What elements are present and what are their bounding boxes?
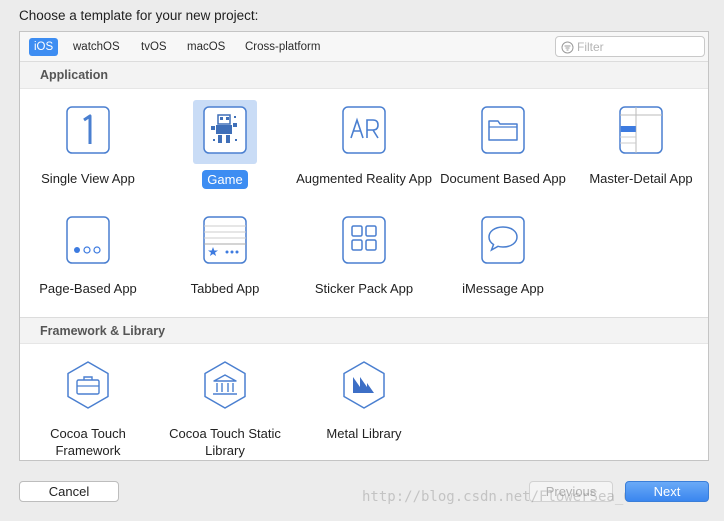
template-cocoa-touch-framework[interactable]: Cocoa Touch Framework: [20, 347, 156, 458]
template-tabbed-app[interactable]: Tabbed App: [157, 202, 293, 312]
cancel-button[interactable]: Cancel: [19, 481, 119, 502]
template-label: Page-Based App: [39, 281, 137, 296]
toolbox-icon: [67, 361, 109, 409]
tab-watchos[interactable]: watchOS: [68, 38, 125, 56]
template-panel: iOS watchOS tvOS macOS Cross-platform Ap…: [19, 31, 709, 461]
template-label: Master-Detail App: [589, 171, 693, 186]
template-icon-frame: [471, 210, 535, 274]
tab-tvos[interactable]: tvOS: [136, 38, 172, 56]
message-bubble-icon: [481, 216, 525, 264]
template-label: Cocoa Touch Static Library: [169, 426, 281, 458]
template-icon-frame: [193, 355, 257, 419]
template-label: Sticker Pack App: [314, 281, 414, 296]
template-label: Game: [157, 170, 293, 189]
tabbed-icon: [203, 216, 247, 264]
template-single-view-app[interactable]: Single View App: [20, 92, 156, 202]
template-label: Metal Library: [326, 426, 402, 441]
template-label: Tabbed App: [190, 281, 260, 296]
metal-icon: [343, 361, 385, 409]
section-header-framework: Framework & Library: [20, 317, 708, 344]
section-header-application: Application: [20, 62, 708, 89]
template-icon-frame: [332, 100, 396, 164]
platform-tab-bar: iOS watchOS tvOS macOS Cross-platform: [20, 32, 708, 62]
game-icon: [203, 106, 247, 154]
template-label: Document Based App: [440, 171, 566, 186]
template-metal-library[interactable]: Metal Library: [296, 347, 432, 457]
template-sticker-pack-app[interactable]: Sticker Pack App: [296, 202, 432, 312]
dialog-heading: Choose a template for your new project:: [19, 8, 259, 23]
template-label: iMessage App: [462, 281, 544, 296]
tab-ios[interactable]: iOS: [29, 38, 59, 56]
filter-input[interactable]: [577, 38, 697, 55]
template-label-text: Game: [202, 170, 248, 189]
tab-cross-platform[interactable]: Cross-platform: [240, 38, 325, 56]
template-icon-frame: [56, 210, 120, 274]
master-detail-icon: [619, 106, 663, 154]
template-icon-frame: [56, 100, 120, 164]
template-icon-frame: [332, 355, 396, 419]
page-based-icon: [66, 216, 110, 264]
template-label: Augmented Reality App: [296, 171, 432, 186]
sticker-pack-icon: [342, 216, 386, 264]
template-icon-frame: [193, 100, 257, 164]
template-imessage-app[interactable]: iMessage App: [435, 202, 571, 312]
template-master-detail-app[interactable]: Master-Detail App: [573, 92, 709, 202]
template-label: Single View App: [41, 171, 135, 186]
template-page-based-app[interactable]: Page-Based App: [20, 202, 156, 312]
template-icon-frame: [471, 100, 535, 164]
ar-icon: [342, 106, 386, 154]
template-icon-frame: [56, 355, 120, 419]
library-icon: [204, 361, 246, 409]
template-game[interactable]: Game: [157, 92, 293, 202]
template-cocoa-touch-static-library[interactable]: Cocoa Touch Static Library: [157, 347, 293, 458]
filter-field[interactable]: [555, 36, 705, 57]
template-document-based-app[interactable]: Document Based App: [435, 92, 571, 202]
filter-icon: [561, 41, 574, 54]
template-icon-frame: [609, 100, 673, 164]
template-icon-frame: [332, 210, 396, 274]
template-augmented-reality-app[interactable]: Augmented Reality App: [296, 92, 432, 202]
tab-macos[interactable]: macOS: [182, 38, 230, 56]
template-icon-frame: [193, 210, 257, 274]
next-button[interactable]: Next: [625, 481, 709, 502]
folder-icon: [481, 106, 525, 154]
single-view-icon: [66, 106, 110, 154]
watermark: http://blog.csdn.net/FlowerSea_0551: [362, 489, 658, 505]
template-label: Cocoa Touch Framework: [50, 426, 126, 458]
